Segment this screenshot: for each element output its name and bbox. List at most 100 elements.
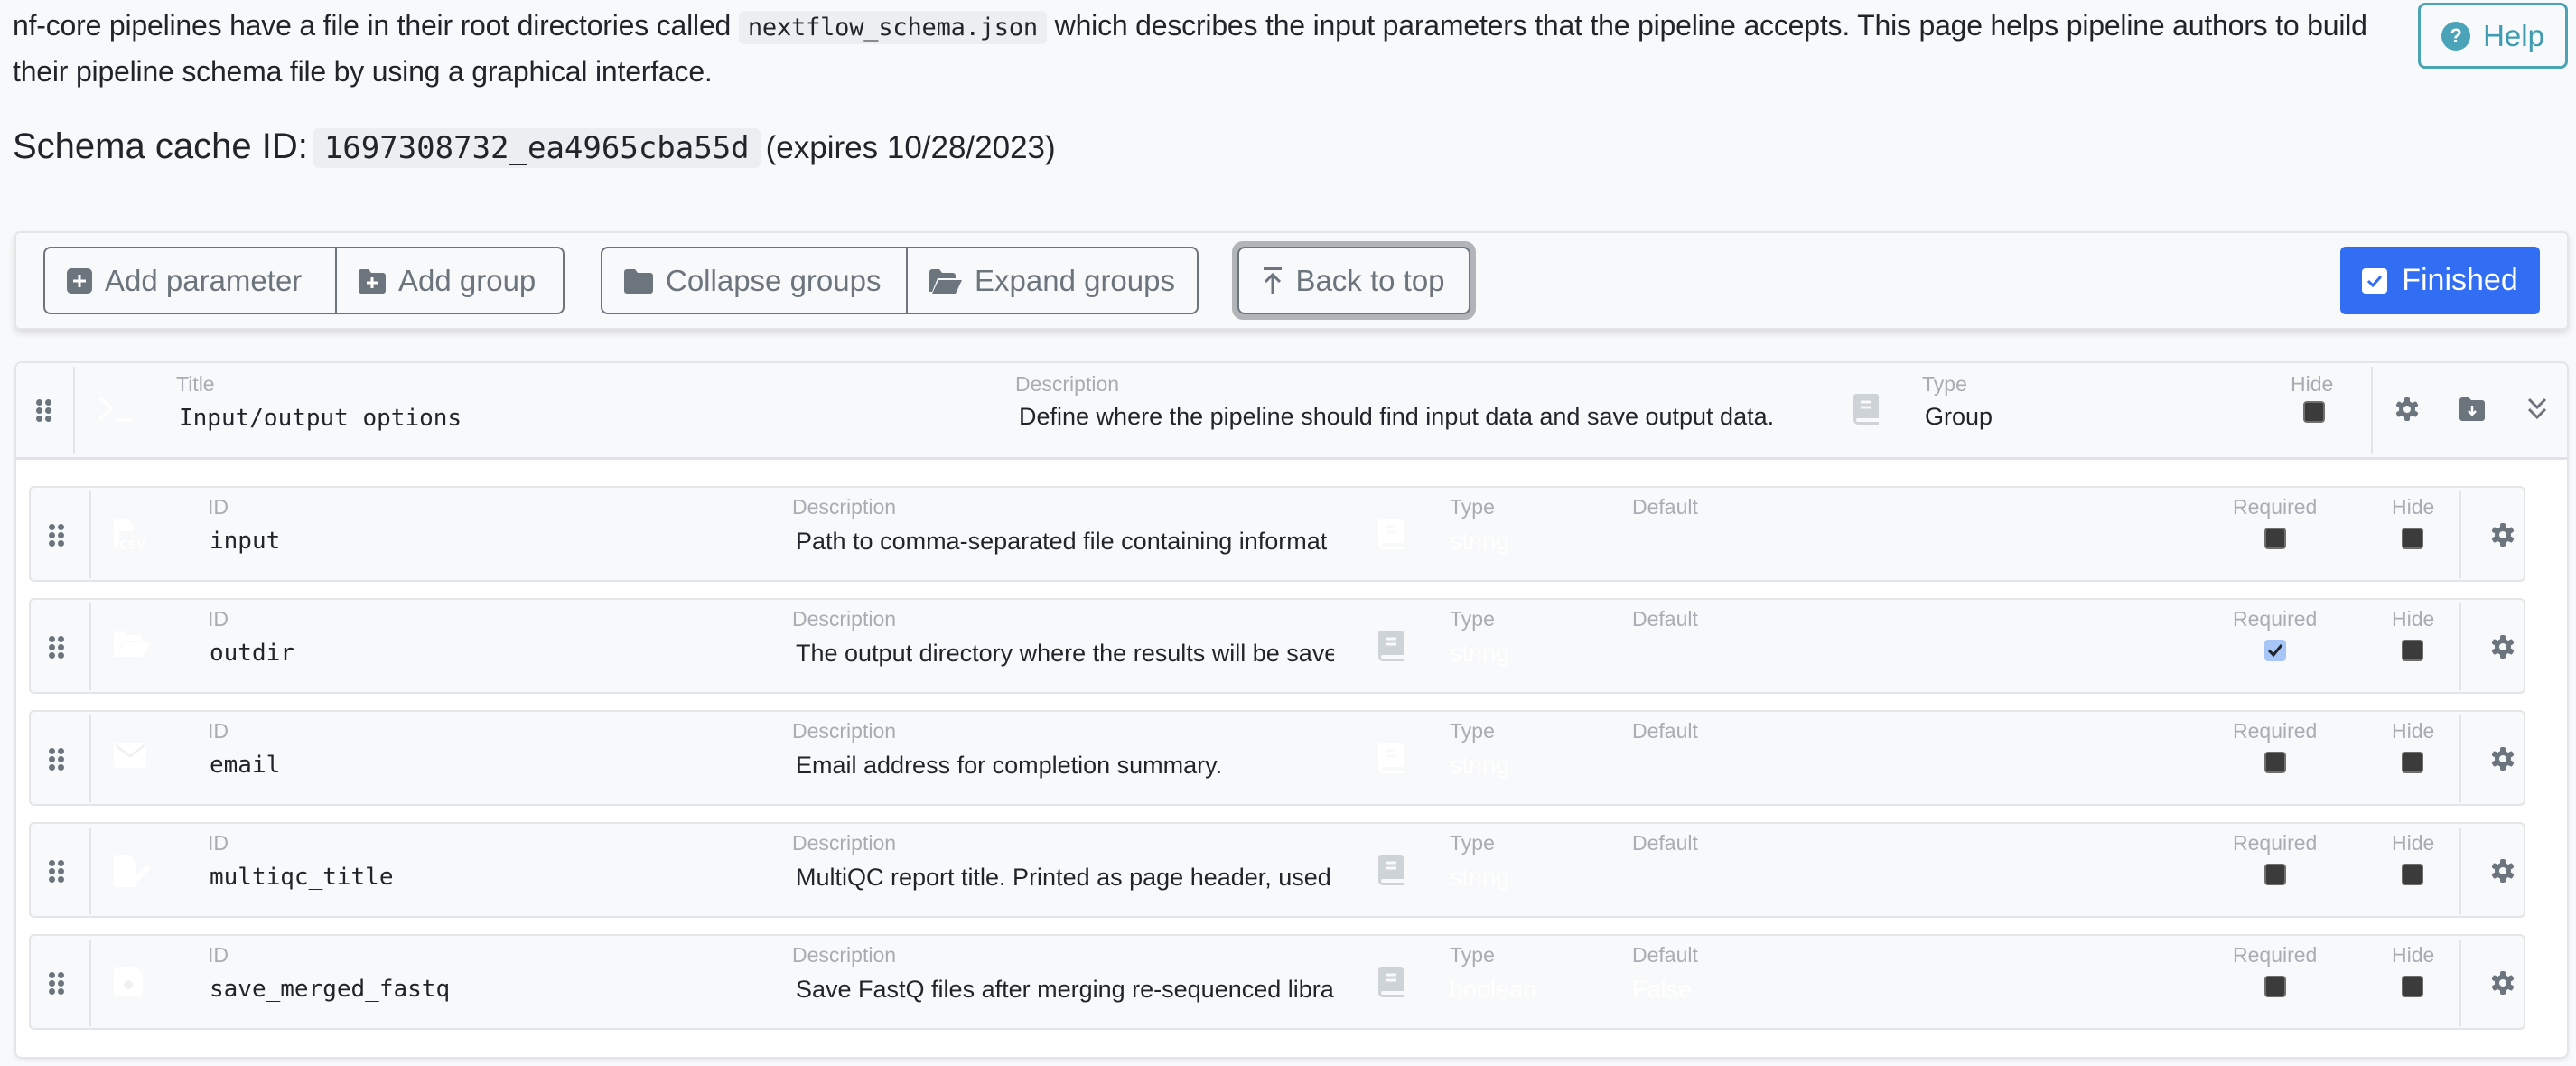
param-id-label: ID [208,607,229,631]
gear-icon[interactable] [2491,523,2515,547]
divider [2459,715,2461,802]
folder-download-icon[interactable] [2459,397,2485,421]
parameter-row-save-merged-fastq: ID save_merged_fastq Description Save Fa… [29,934,2525,1030]
help-text-book-icon[interactable] [1378,519,1404,549]
add-parameter-button[interactable]: Add parameter [45,248,335,313]
drag-handle-icon[interactable] [49,524,64,547]
param-type-label: Type [1450,831,1495,855]
envelope-icon [114,743,146,772]
param-hide-checkbox[interactable] [2402,752,2423,773]
param-id-value[interactable]: multiqc_title [210,864,394,891]
param-default-label: Default [1632,495,1698,519]
param-hide-checkbox[interactable] [2402,976,2423,997]
param-type-value[interactable]: string [1450,528,1509,556]
param-id-label: ID [208,831,229,855]
param-id-value[interactable]: save_merged_fastq [210,976,450,1003]
param-description-value[interactable]: Path to comma-separated file containing … [796,528,1334,556]
drag-handle-icon[interactable] [49,748,64,771]
question-circle-icon: ? [2441,21,2471,51]
gear-icon[interactable] [2491,971,2515,995]
help-text-book-icon[interactable] [1378,855,1404,885]
back-to-top-button[interactable]: Back to top [1237,247,1470,314]
add-group-button[interactable]: Add group [335,248,557,313]
folder-icon [624,268,653,294]
param-id-value[interactable]: email [210,752,280,779]
expand-groups-button[interactable]: Expand groups [906,248,1197,313]
group-hide-checkbox[interactable] [2303,401,2325,423]
param-hide-checkbox[interactable] [2402,528,2423,549]
param-description-value[interactable]: MultiQC report title. Printed as page he… [796,864,1334,892]
gear-icon[interactable] [2491,747,2515,771]
param-type-value[interactable]: string [1450,640,1509,668]
param-type-value[interactable]: string [1450,864,1509,892]
group-description-label: Description [1015,372,1120,396]
param-type-label: Type [1450,943,1495,967]
group-description-value[interactable]: Define where the pipeline should find in… [1019,403,1774,431]
param-required-checkbox[interactable] [2264,752,2286,773]
param-required-label: Required [2233,607,2318,631]
parameter-row-multiqc-title: ID multiqc_title Description MultiQC rep… [29,822,2525,918]
save-icon [114,967,143,1000]
param-description-label: Description [792,607,897,631]
help-text-book-icon[interactable] [1853,394,1879,425]
param-description-value[interactable]: The output directory where the results w… [796,640,1334,668]
group-header: Title Input/output options Description D… [16,363,2567,460]
file-csv-icon: CSV [114,519,145,556]
param-type-value[interactable]: string [1450,752,1509,780]
param-id-value[interactable]: outdir [210,640,294,667]
param-hide-label: Hide [2392,607,2435,631]
divider [2459,828,2461,914]
divider [89,491,91,578]
divider [2459,940,2461,1026]
divider [89,828,91,914]
param-type-label: Type [1450,495,1495,519]
help-text-book-icon[interactable] [1378,631,1404,661]
gear-icon[interactable] [2491,859,2515,883]
param-id-value[interactable]: input [210,528,280,555]
gear-icon[interactable] [2395,397,2419,421]
divider [89,715,91,802]
collapse-groups-button[interactable]: Collapse groups [602,248,906,313]
intro-text-before: nf-core pipelines have a file in their r… [13,9,732,42]
cache-label: Schema cache ID: [13,126,308,166]
param-default-value[interactable]: False [1632,976,1692,1004]
help-text-book-icon[interactable] [1378,743,1404,773]
folder-plus-icon [359,268,386,294]
param-type-value[interactable]: boolean [1450,976,1536,1004]
param-required-checkbox[interactable] [2264,864,2286,885]
help-text-book-icon[interactable] [1378,967,1404,997]
param-hide-label: Hide [2392,495,2435,519]
group-title-value[interactable]: Input/output options [179,405,462,432]
divider [73,367,75,454]
help-button[interactable]: ? Help [2418,3,2568,69]
param-hide-checkbox[interactable] [2402,640,2423,661]
param-required-checkbox[interactable] [2264,640,2286,661]
drag-handle-icon[interactable] [36,399,51,422]
drag-handle-icon[interactable] [49,860,64,883]
group-title-label: Title [176,372,215,396]
group-hide-label: Hide [2291,372,2334,396]
divider [89,940,91,1026]
cache-expiry: (expires 10/28/2023) [765,130,1056,165]
plus-square-icon [67,267,92,294]
param-id-label: ID [208,719,229,743]
param-hide-checkbox[interactable] [2402,864,2423,885]
drag-handle-icon[interactable] [49,972,64,995]
collapse-expand-group: Collapse groups Expand groups [601,247,1199,314]
param-default-label: Default [1632,943,1698,967]
param-required-checkbox[interactable] [2264,528,2286,549]
param-id-label: ID [208,943,229,967]
group-type-value: Group [1925,403,1993,430]
param-hide-label: Hide [2392,943,2435,967]
gear-icon[interactable] [2491,635,2515,659]
param-description-value[interactable]: Save FastQ files after merging re-sequen… [796,976,1334,1004]
check-square-icon [2362,267,2388,294]
param-required-label: Required [2233,831,2318,855]
svg-text:CSV: CSV [119,539,145,551]
param-required-label: Required [2233,943,2318,967]
param-description-value[interactable]: Email address for completion summary. [796,752,1334,780]
param-required-checkbox[interactable] [2264,976,2286,997]
finished-button[interactable]: Finished [2340,247,2540,314]
drag-handle-icon[interactable] [49,636,64,659]
chevrons-down-icon[interactable] [2527,397,2547,421]
